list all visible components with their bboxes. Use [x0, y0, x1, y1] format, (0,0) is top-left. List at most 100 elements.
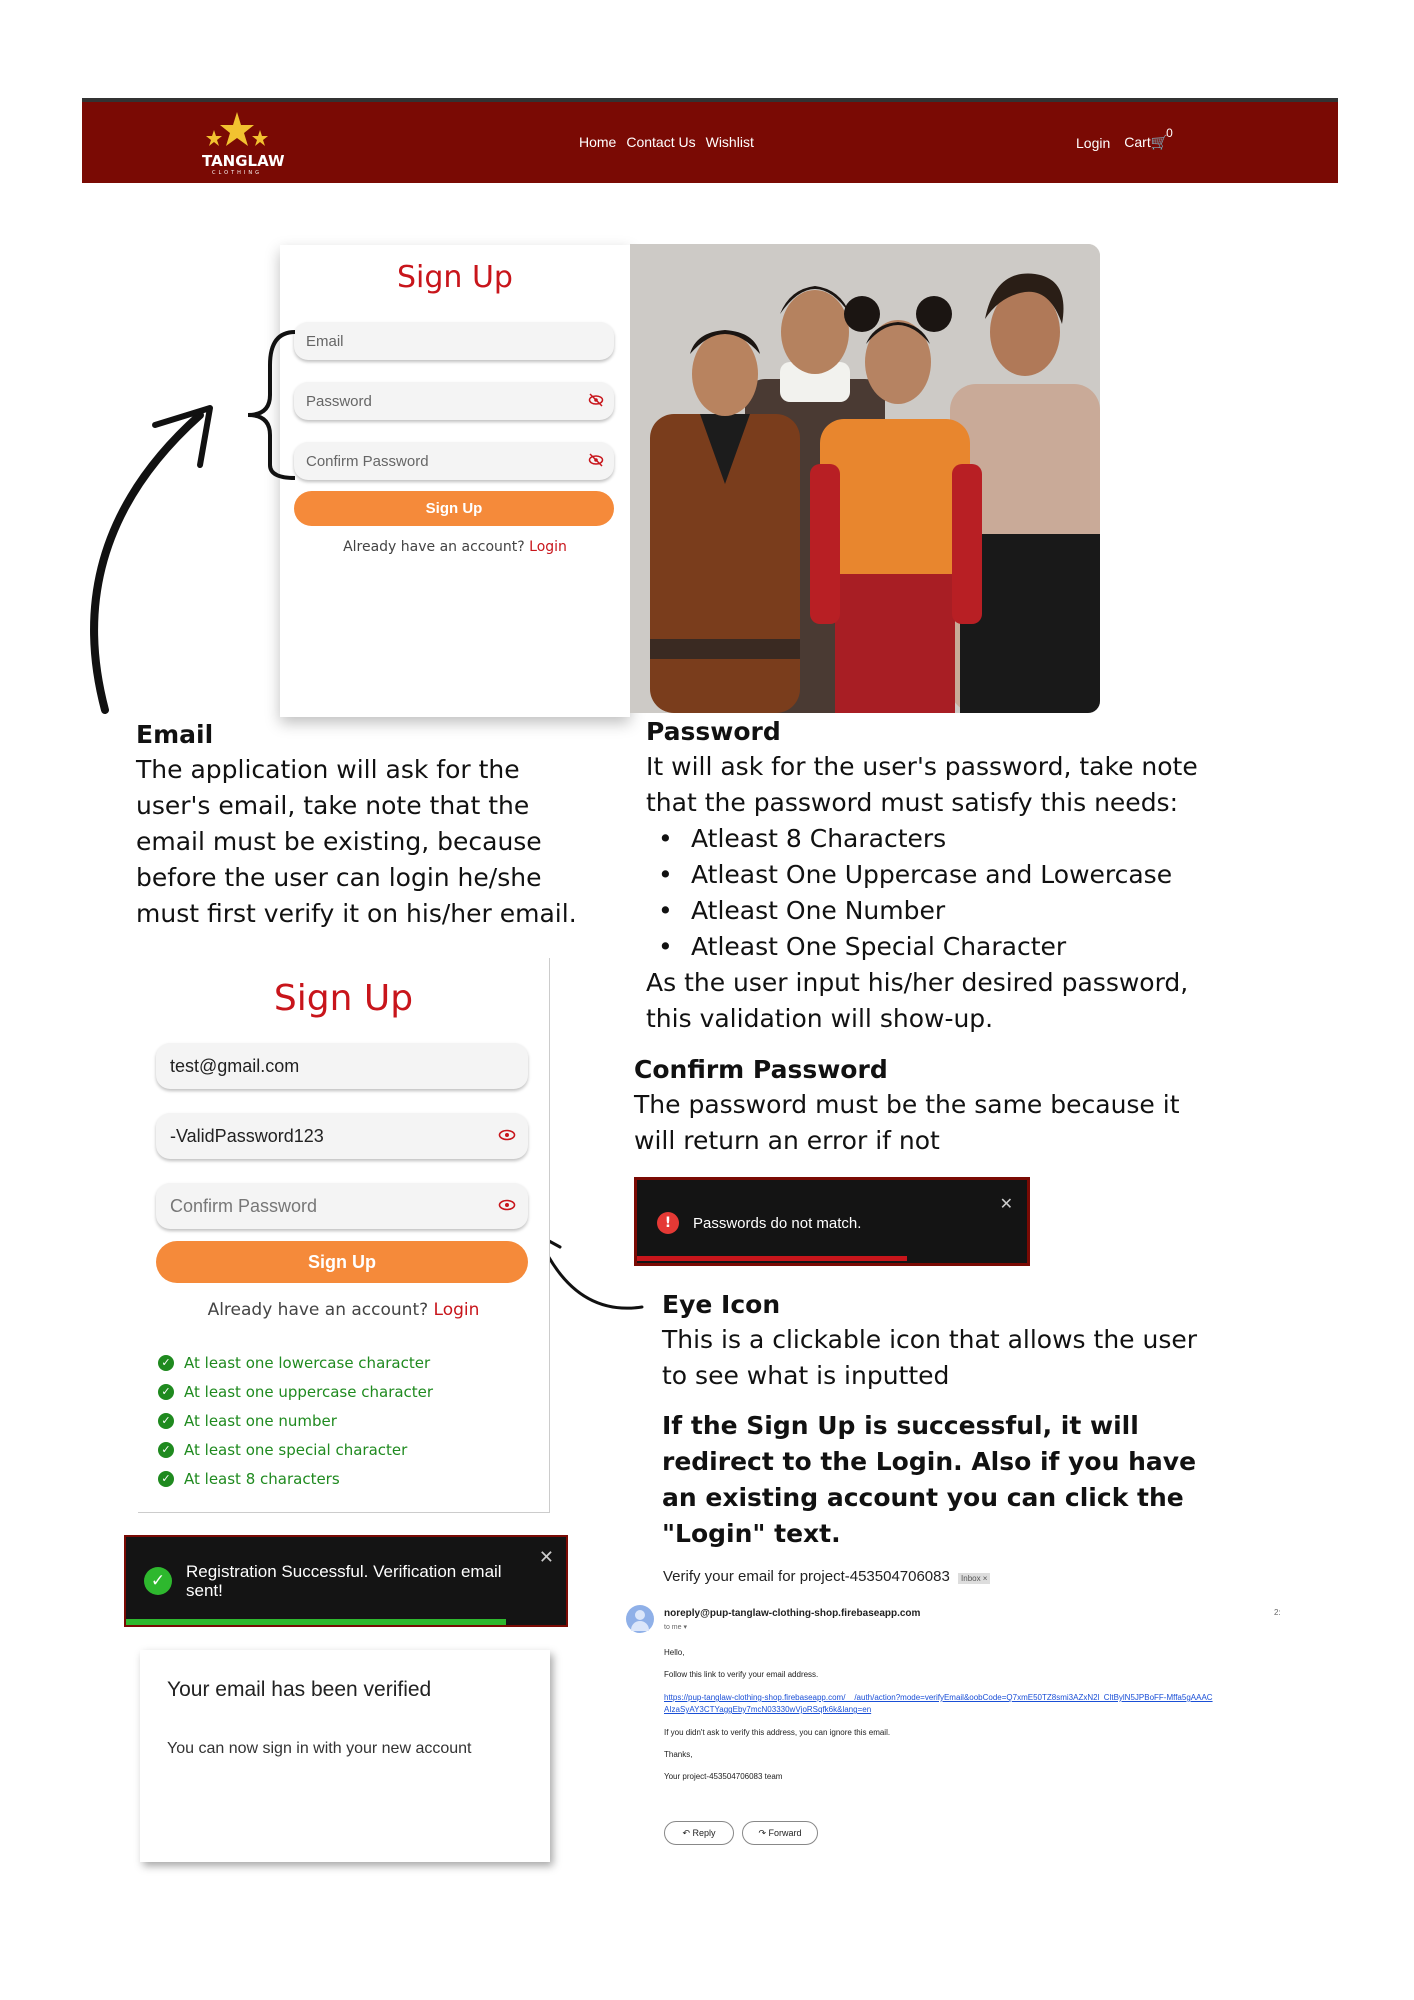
password-after-text: As the user input his/her desired passwo…: [646, 968, 1189, 1033]
password-rules: Atleast 8 Characters Atleast One Upperca…: [646, 821, 1206, 965]
eye-slash-icon[interactable]: [588, 453, 604, 467]
validation-item: ✓ At least one uppercase character: [158, 1377, 433, 1406]
eye-icon[interactable]: [498, 1198, 516, 1212]
password-rule: Atleast One Uppercase and Lowercase: [646, 857, 1206, 893]
navbar: TANGLAW CLOTHING Home Contact Us Wishlis…: [82, 98, 1338, 183]
cart-label: Cart: [1124, 134, 1151, 150]
cart-count: 0: [1166, 126, 1173, 140]
password-description: It will ask for the user's password, tak…: [646, 752, 1198, 817]
email-value: test@gmail.com: [170, 1056, 300, 1076]
signup-title: Sign Up: [273, 978, 414, 1019]
password-rule: Atleast 8 Characters: [646, 821, 1206, 857]
already-account-text: Already have an account? Login: [280, 539, 630, 555]
nav-contact-us[interactable]: Contact Us: [626, 134, 695, 150]
check-icon: ✓: [158, 1470, 174, 1487]
reply-icon: ↶: [682, 1828, 690, 1838]
reply-label: Reply: [692, 1828, 716, 1838]
email-verified-card: Your email has been verified You can now…: [140, 1650, 550, 1862]
validation-text: At least one lowercase character: [184, 1353, 431, 1372]
password-mismatch-toast: ! Passwords do not match. ✕: [634, 1177, 1030, 1266]
nav-home[interactable]: Home: [579, 134, 616, 150]
forward-label: Forward: [768, 1828, 802, 1838]
email-thanks: Thanks,: [664, 1750, 693, 1759]
signup-card: Sign Up Email Password Confirm Password …: [280, 245, 630, 717]
check-icon: ✓: [158, 1441, 174, 1458]
password-placeholder: Password: [306, 393, 372, 410]
email-sender: noreply@pup-tanglaw-clothing-shop.fireba…: [664, 1608, 921, 1619]
models-illustration: [630, 244, 1100, 713]
confirm-description: The password must be the same because it…: [634, 1090, 1180, 1155]
logo-text: TANGLAW: [202, 152, 285, 170]
already-label: Already have an account?: [207, 1300, 429, 1320]
stars-icon: [206, 112, 268, 146]
check-icon: ✓: [158, 1354, 174, 1371]
toast-progress-bar: [637, 1256, 907, 1261]
verified-title: Your email has been verified: [167, 1678, 432, 1701]
signup-button[interactable]: Sign Up: [156, 1241, 528, 1283]
reply-button[interactable]: ↶ Reply: [664, 1821, 734, 1845]
nav-wishlist[interactable]: Wishlist: [706, 134, 754, 150]
login-link[interactable]: Login: [529, 539, 567, 555]
eye-description: This is a clickable icon that allows the…: [662, 1325, 1198, 1390]
email-to[interactable]: to me ▾: [664, 1623, 687, 1631]
email-placeholder: Email: [306, 333, 344, 350]
confirm-password-input[interactable]: Confirm Password: [294, 442, 614, 480]
validation-text: At least one special character: [184, 1440, 408, 1459]
toast-error-text: Passwords do not match.: [693, 1215, 862, 1232]
validation-item: ✓ At least 8 characters: [158, 1464, 433, 1493]
email-input[interactable]: Email: [294, 322, 614, 360]
check-icon: ✓: [158, 1383, 174, 1400]
validation-text: At least one uppercase character: [184, 1382, 434, 1401]
verified-text: You can now sign in with your new accoun…: [167, 1740, 472, 1757]
password-input[interactable]: -ValidPassword123: [156, 1113, 528, 1159]
success-check-icon: ✓: [144, 1567, 172, 1595]
inbox-badge[interactable]: Inbox ×: [958, 1573, 991, 1584]
nav-cart[interactable]: Cart🛒0: [1124, 126, 1173, 151]
nav-login[interactable]: Login: [1076, 135, 1110, 151]
nav-right: Login Cart🛒0: [1076, 126, 1173, 151]
forward-icon: ↷: [758, 1828, 766, 1838]
close-icon[interactable]: ✕: [539, 1547, 554, 1568]
email-heading: Email: [136, 720, 214, 749]
eye-icon[interactable]: [498, 1128, 516, 1142]
registration-success-toast: ✓ Registration Successful. Verification …: [124, 1535, 568, 1627]
validation-text: At least 8 characters: [184, 1469, 340, 1488]
signup-button[interactable]: Sign Up: [294, 491, 614, 526]
email-team: Your project-453504706083 team: [664, 1772, 783, 1781]
email-description: The application will ask for the user's …: [136, 755, 577, 928]
close-icon[interactable]: ✕: [1000, 1194, 1013, 1214]
validation-item: ✓ At least one number: [158, 1406, 433, 1435]
eye-slash-icon[interactable]: [588, 393, 604, 407]
error-icon: !: [657, 1212, 679, 1234]
annotation-arrow-brace: [90, 330, 296, 714]
toast-progress-bar: [126, 1619, 506, 1625]
confirm-password-input[interactable]: Confirm Password: [156, 1183, 528, 1229]
check-icon: ✓: [158, 1412, 174, 1429]
password-heading: Password: [646, 717, 781, 746]
models-photo: [630, 244, 1100, 713]
verification-email: Verify your email for project-4535047060…: [618, 1565, 1288, 1865]
confirm-password-placeholder: Confirm Password: [170, 1196, 318, 1216]
nav-links: Home Contact Us Wishlist: [579, 134, 754, 150]
signup-card-validation: Sign Up test@gmail.com -ValidPassword123…: [138, 958, 550, 1513]
already-account-text: Already have an account? Login: [138, 1300, 549, 1320]
verify-link-cont[interactable]: AIzaSyAY3CTYaggEby7mcN03330wVjoRSqfk6k&l…: [664, 1705, 871, 1714]
password-validation-list: ✓ At least one lowercase character ✓ At le…: [158, 1348, 433, 1493]
password-value: -ValidPassword123: [170, 1126, 324, 1146]
password-input[interactable]: Password: [294, 382, 614, 420]
email-subject: Verify your email for project-4535047060…: [663, 1568, 991, 1585]
forward-button[interactable]: ↷ Forward: [742, 1821, 818, 1845]
login-link[interactable]: Login: [434, 1300, 480, 1320]
email-subject-text: Verify your email for project-4535047060…: [663, 1568, 950, 1585]
tanglaw-logo[interactable]: TANGLAW CLOTHING: [202, 110, 285, 176]
logo-subtext: CLOTHING: [212, 170, 262, 176]
email-time: 2:: [1274, 1608, 1281, 1617]
email-follow: Follow this link to verify your email ad…: [664, 1670, 819, 1679]
already-label: Already have an account?: [343, 539, 525, 555]
email-input[interactable]: test@gmail.com: [156, 1043, 528, 1089]
validation-item: ✓ At least one special character: [158, 1435, 433, 1464]
confirm-heading: Confirm Password: [634, 1055, 888, 1084]
verify-link[interactable]: https://pup-tanglaw-clothing-shop.fireba…: [664, 1693, 1284, 1702]
email-hello: Hello,: [664, 1648, 685, 1657]
validation-text: At least one number: [184, 1411, 337, 1430]
